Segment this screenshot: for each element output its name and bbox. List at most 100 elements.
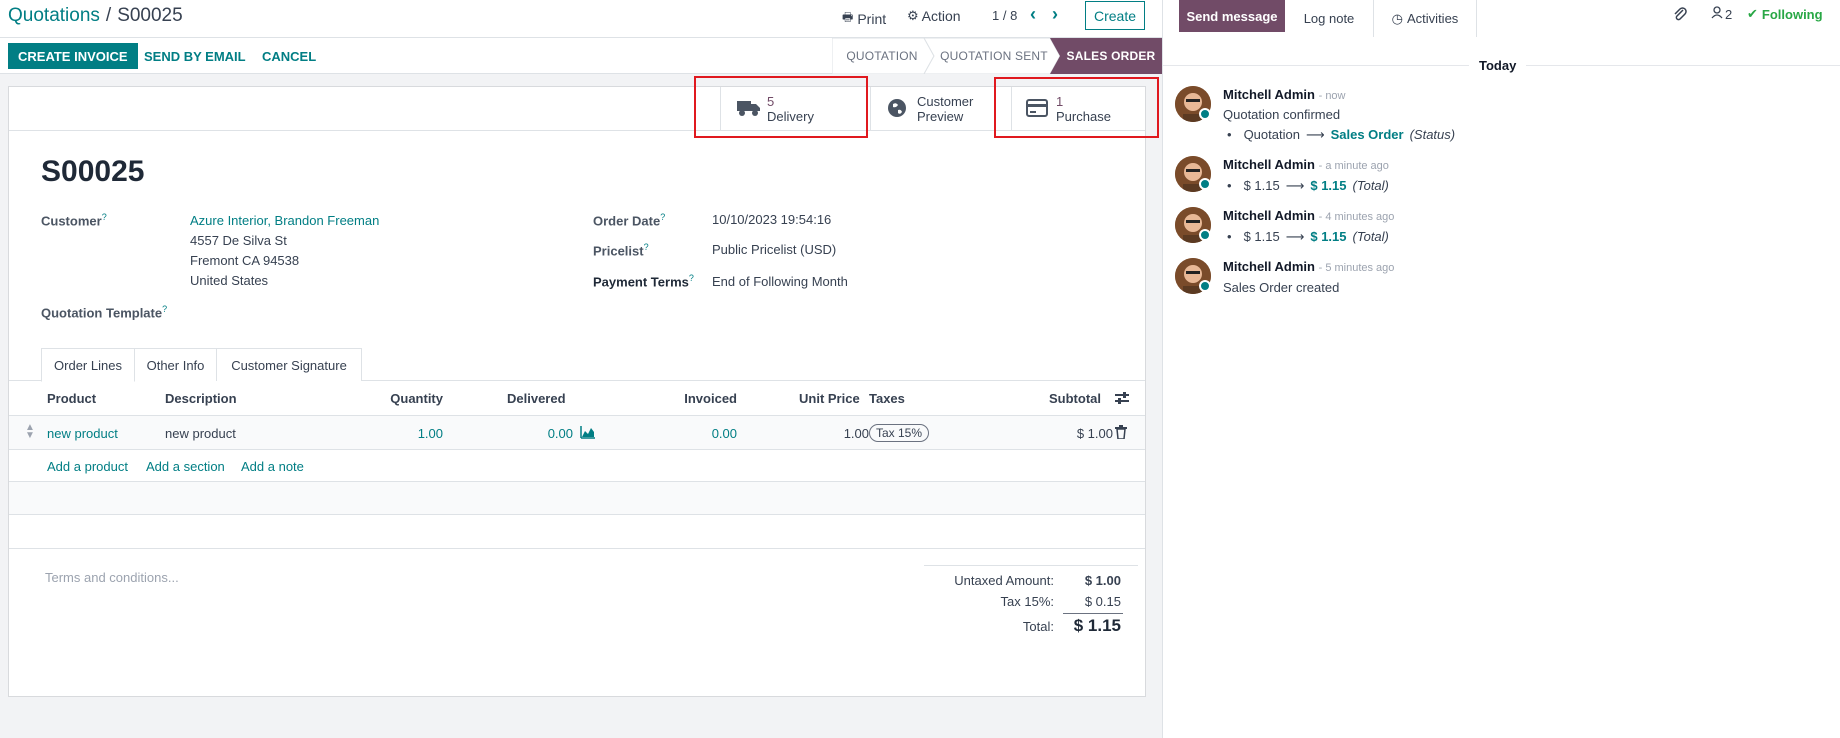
tracking-new-value: Sales Order — [1330, 127, 1404, 142]
breadcrumb-quotations[interactable]: Quotations — [8, 5, 100, 27]
add-section-link[interactable]: Add a section — [146, 459, 225, 474]
message-time: - 5 minutes ago — [1318, 262, 1395, 274]
row-delivered[interactable]: 0.00 — [509, 426, 573, 441]
stage-quotation[interactable]: QUOTATION — [832, 38, 932, 74]
table-bottom-divider — [9, 548, 1145, 549]
online-status-dot — [1199, 280, 1211, 292]
message-time: - a minute ago — [1318, 160, 1389, 172]
pager-previous-icon[interactable]: ‹ — [1030, 4, 1036, 25]
stage-sales-order[interactable]: SALES ORDER — [1060, 38, 1162, 74]
message-author: Mitchell Admin - now — [1223, 87, 1346, 102]
followers-button[interactable]: 2 — [1711, 6, 1732, 22]
send-message-button[interactable]: Send message — [1179, 0, 1285, 32]
stage-quotation-sent[interactable]: QUOTATION SENT — [934, 38, 1054, 74]
message-author: Mitchell Admin - a minute ago — [1223, 157, 1389, 172]
row-product[interactable]: new product — [47, 426, 118, 441]
trash-icon[interactable] — [1115, 425, 1127, 442]
row-unit-price[interactable]: 1.00 — [799, 426, 869, 441]
tracking-value: • Quotation ⟶ Sales Order (Status) — [1227, 127, 1456, 142]
tab-order-lines[interactable]: Order Lines — [41, 348, 135, 382]
pager-next-icon[interactable]: › — [1052, 4, 1058, 25]
action-button[interactable]: ⚙ Action — [907, 8, 961, 24]
customer-label: Customer? — [41, 212, 107, 229]
create-button[interactable]: Create — [1085, 1, 1145, 30]
add-product-link[interactable]: Add a product — [47, 459, 128, 474]
paperclip-icon[interactable] — [1673, 6, 1687, 25]
clock-icon: ◷ — [1391, 10, 1404, 26]
add-line-row: Add a product Add a section Add a note — [9, 450, 1145, 482]
arrow-right-icon: ⟶ — [1305, 127, 1325, 142]
help-icon[interactable]: ? — [162, 304, 167, 314]
table-row[interactable]: ▲ ▼ new product new product 1.00 0.00 0.0… — [9, 416, 1145, 450]
col-subtotal[interactable]: Subtotal — [1049, 391, 1101, 406]
col-description[interactable]: Description — [165, 391, 237, 406]
message-author: Mitchell Admin - 4 minutes ago — [1223, 208, 1395, 223]
tracking-new-value: $ 1.15 — [1310, 178, 1347, 193]
create-invoice-button[interactable]: CREATE INVOICE — [8, 43, 138, 69]
message-body: Quotation confirmed — [1223, 107, 1341, 122]
breadcrumb-separator: / — [105, 5, 112, 26]
order-date-value[interactable]: 10/10/2023 19:54:16 — [712, 212, 831, 227]
action-label: Action — [921, 8, 961, 24]
purchase-highlight-box — [994, 77, 1159, 138]
customer-link[interactable]: Azure Interior, Brandon Freeman — [190, 213, 379, 228]
activities-label: Activities — [1407, 11, 1459, 26]
help-icon[interactable]: ? — [644, 242, 649, 252]
col-quantity[interactable]: Quantity — [379, 391, 443, 406]
address-line-3: United States — [190, 273, 269, 288]
address-line-1: 4557 De Silva St — [190, 233, 287, 248]
following-label: Following — [1761, 6, 1823, 22]
send-by-email-button[interactable]: SEND BY EMAIL — [144, 43, 246, 69]
log-note-button[interactable]: Log note — [1285, 0, 1373, 37]
tab-customer-signature[interactable]: Customer Signature — [217, 348, 362, 381]
help-icon[interactable]: ? — [689, 273, 694, 283]
col-product[interactable]: Product — [47, 391, 96, 406]
tracking-field: (Status) — [1409, 127, 1456, 142]
customer-preview-smart-button[interactable]: Customer Preview — [870, 87, 1011, 131]
optional-columns-icon[interactable] — [1114, 390, 1130, 409]
print-button[interactable]: 🖶 Print — [842, 8, 886, 29]
order-date-label: Order Date? — [593, 212, 666, 229]
row-quantity[interactable]: 1.00 — [379, 426, 443, 441]
pricelist-value[interactable]: Public Pricelist (USD) — [712, 242, 836, 257]
quotation-template-label: Quotation Template? — [41, 304, 168, 321]
order-name: S00025 — [41, 155, 145, 188]
tax-total-label: Tax 15%: — [1000, 594, 1054, 609]
table-header: Product Description Quantity Delivered I… — [9, 381, 1145, 416]
date-separator: Today — [1469, 58, 1527, 73]
quotation-template-field[interactable] — [190, 303, 550, 323]
tax-badge[interactable]: Tax 15% — [869, 424, 930, 442]
tracking-old-value: Quotation — [1243, 127, 1300, 142]
drag-handle-icon[interactable]: ▲ ▼ — [25, 423, 35, 441]
forecast-chart-icon[interactable] — [580, 425, 596, 442]
arrow-right-icon: ⟶ — [1285, 178, 1305, 193]
help-icon[interactable]: ? — [660, 212, 665, 222]
notebook-tabs: Order Lines Other Info Customer Signatur… — [9, 348, 1145, 382]
print-icon: 🖶 — [842, 10, 854, 24]
payment-terms-value[interactable]: End of Following Month — [712, 274, 848, 289]
tracking-value: • $ 1.15 ⟶ $ 1.15 (Total) — [1227, 229, 1389, 244]
col-invoiced[interactable]: Invoiced — [673, 391, 737, 406]
message-time: - 4 minutes ago — [1318, 211, 1395, 223]
preview-line2: Preview — [917, 109, 964, 124]
tax-total-value: $ 0.15 — [1084, 594, 1121, 609]
message-author: Mitchell Admin - 5 minutes ago — [1223, 259, 1395, 274]
add-note-link[interactable]: Add a note — [241, 459, 304, 474]
row-subtotal: $ 1.00 — [1076, 426, 1113, 441]
terms-and-conditions-field[interactable]: Terms and conditions... — [45, 570, 179, 585]
pager-value[interactable]: 1 / 8 — [992, 8, 1017, 23]
following-button[interactable]: ✔ Following — [1747, 6, 1823, 22]
row-invoiced[interactable]: 0.00 — [673, 426, 737, 441]
empty-row — [9, 482, 1145, 515]
activities-button[interactable]: ◷ Activities — [1373, 0, 1477, 37]
breadcrumb: Quotations / S00025 — [8, 5, 183, 27]
col-unit-price[interactable]: Unit Price — [799, 391, 860, 406]
tab-other-info[interactable]: Other Info — [135, 348, 217, 381]
row-description[interactable]: new product — [165, 426, 236, 441]
cancel-button[interactable]: CANCEL — [262, 43, 316, 69]
help-icon[interactable]: ? — [102, 212, 107, 222]
col-delivered[interactable]: Delivered — [507, 391, 566, 406]
col-taxes[interactable]: Taxes — [869, 391, 905, 406]
form-sheet: 5 Delivery Customer Preview 1 Purchase S… — [8, 86, 1146, 697]
tracking-new-value: $ 1.15 — [1310, 229, 1347, 244]
